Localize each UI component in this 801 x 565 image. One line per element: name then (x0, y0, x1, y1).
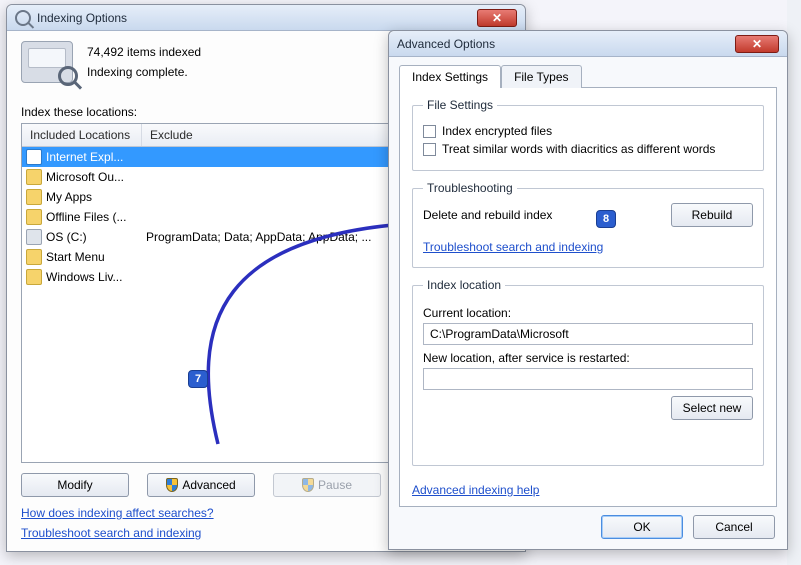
location-name: Microsoft Ou... (46, 170, 124, 184)
folder-icon (26, 229, 42, 245)
folder-icon (26, 169, 42, 185)
checkbox-label: Index encrypted files (442, 124, 552, 138)
checkbox-icon (423, 143, 436, 156)
cancel-button[interactable]: Cancel (693, 515, 775, 539)
drive-icon (21, 41, 73, 83)
folder-icon (26, 209, 42, 225)
window-advanced-options: Advanced Options ✕ Index Settings File T… (388, 30, 788, 550)
file-settings-group: File Settings Index encrypted files Trea… (412, 98, 764, 171)
folder-icon (26, 189, 42, 205)
close-button[interactable]: ✕ (735, 35, 779, 53)
link-affect-searches[interactable]: How does indexing affect searches? (21, 506, 214, 520)
rebuild-button[interactable]: Rebuild (671, 203, 753, 227)
index-location-legend: Index location (423, 278, 505, 292)
folder-icon (26, 149, 42, 165)
new-location-label: New location, after service is restarted… (423, 351, 753, 365)
troubleshooting-group: Troubleshooting Delete and rebuild index… (412, 181, 764, 268)
search-icon (15, 10, 31, 26)
tab-file-types[interactable]: File Types (501, 65, 581, 88)
checkbox-index-encrypted[interactable]: Index encrypted files (423, 124, 753, 138)
col-included[interactable]: Included Locations (22, 124, 142, 146)
items-indexed-label: 74,492 items indexed (87, 42, 201, 62)
location-name: Offline Files (... (46, 210, 126, 224)
rebuild-label: Delete and rebuild index (423, 208, 552, 222)
pause-button[interactable]: Pause (273, 473, 381, 497)
select-new-button[interactable]: Select new (671, 396, 753, 420)
index-location-group: Index location Current location: C:\Prog… (412, 278, 764, 466)
folder-icon (26, 249, 42, 265)
location-name: Start Menu (46, 250, 105, 264)
folder-icon (26, 269, 42, 285)
link-troubleshoot-indexing[interactable]: Troubleshoot search and indexing (21, 526, 201, 540)
advanced-button[interactable]: Advanced (147, 473, 255, 497)
location-name: My Apps (46, 190, 92, 204)
close-button[interactable]: ✕ (477, 9, 517, 27)
modify-button[interactable]: Modify (21, 473, 129, 497)
indexing-status-label: Indexing complete. (87, 62, 201, 82)
checkbox-label: Treat similar words with diacritics as d… (442, 142, 715, 156)
shield-icon (302, 478, 314, 492)
current-location-label: Current location: (423, 306, 753, 320)
current-location-field: C:\ProgramData\Microsoft (423, 323, 753, 345)
titlebar-indexing[interactable]: Indexing Options ✕ (7, 5, 525, 31)
ok-button[interactable]: OK (601, 515, 683, 539)
tab-index-settings[interactable]: Index Settings (399, 65, 501, 88)
location-name: Internet Expl... (46, 150, 123, 164)
link-advanced-indexing-help[interactable]: Advanced indexing help (412, 483, 539, 497)
location-name: Windows Liv... (46, 270, 122, 284)
new-location-field[interactable] (423, 368, 753, 390)
troubleshooting-legend: Troubleshooting (423, 181, 517, 195)
shield-icon (166, 478, 178, 492)
window-title: Advanced Options (397, 37, 495, 51)
titlebar-advanced[interactable]: Advanced Options ✕ (389, 31, 787, 57)
file-settings-legend: File Settings (423, 98, 497, 112)
location-name: OS (C:) (46, 230, 87, 244)
checkbox-icon (423, 125, 436, 138)
window-title: Indexing Options (37, 11, 127, 25)
link-troubleshoot-search[interactable]: Troubleshoot search and indexing (423, 240, 603, 254)
checkbox-diacritics[interactable]: Treat similar words with diacritics as d… (423, 142, 753, 156)
